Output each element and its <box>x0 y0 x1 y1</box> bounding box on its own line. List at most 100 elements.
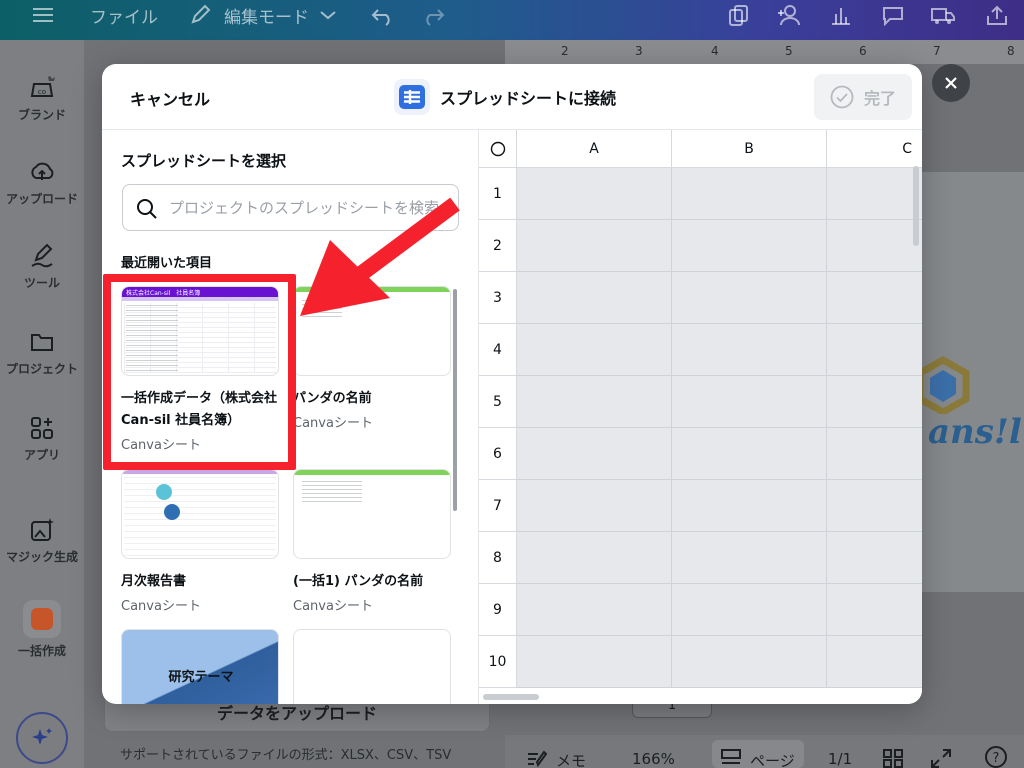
grid-cell <box>672 272 827 324</box>
card-thumbnail <box>293 469 451 559</box>
ruler-tick: 6 <box>859 44 867 58</box>
menu-icon[interactable] <box>30 4 56 26</box>
row-header: 8 <box>479 532 517 584</box>
card-thumbnail <box>121 469 279 559</box>
rail-label: 一括作成 <box>17 644 66 658</box>
card-type: Canvaシート <box>293 599 373 614</box>
card-title: (一括1) パンダの名前 <box>293 574 424 589</box>
grid-cell <box>827 480 922 532</box>
add-people-icon[interactable] <box>776 4 802 26</box>
cancel-button[interactable]: キャンセル <box>130 86 210 110</box>
thumb-title: 研究テーマ <box>168 670 234 685</box>
spreadsheet-card[interactable]: (一括1) パンダの名前 Canvaシート <box>293 469 451 614</box>
ruler-tick: 7 <box>933 44 941 58</box>
grid-cell <box>517 584 672 636</box>
page-count: 1/1 <box>828 750 853 768</box>
done-label: 完了 <box>863 89 896 108</box>
upload-cloud-icon <box>31 162 54 180</box>
hexagon-logo-icon <box>916 356 970 414</box>
select-all-circle-icon <box>490 141 505 156</box>
grid-cell <box>672 168 827 220</box>
share-icon[interactable] <box>984 4 1010 26</box>
grid-cell <box>517 532 672 584</box>
grid-cell <box>827 272 922 324</box>
search-icon <box>137 199 157 219</box>
rail-item-brand[interactable]: co ブランド <box>0 74 84 123</box>
rail-item-upload[interactable]: アップロード <box>0 158 84 207</box>
fullscreen-icon[interactable] <box>930 748 952 768</box>
help-icon[interactable]: ? <box>984 746 1008 768</box>
notes-button[interactable]: メモ <box>556 750 586 768</box>
grid-cell <box>827 428 922 480</box>
rail-label: ツール <box>23 276 60 290</box>
bulk-create-icon <box>23 600 61 638</box>
card-title: 月次報告書 <box>121 574 187 589</box>
page-view-label: ページ <box>750 752 795 768</box>
search-field[interactable] <box>122 184 459 231</box>
card-type: Canvaシート <box>121 438 201 453</box>
edit-mode-menu[interactable]: 編集モード <box>224 0 309 30</box>
row-header: 10 <box>479 636 517 688</box>
magic-assistant-button[interactable] <box>16 712 68 764</box>
card-title: 一括作成データ（株式会社Can-sil 社員名簿） <box>121 391 278 428</box>
grid-view-icon[interactable] <box>882 748 904 768</box>
column-header: A <box>517 130 672 168</box>
card-type: Canvaシート <box>293 416 373 431</box>
spreadsheet-card[interactable] <box>293 629 451 704</box>
column-header: B <box>672 130 827 168</box>
row-header: 7 <box>479 480 517 532</box>
grid-cell <box>672 532 827 584</box>
close-icon <box>945 77 957 89</box>
copy-icon[interactable] <box>726 4 752 26</box>
rail-item-bulk-create[interactable]: 一括作成 <box>0 600 84 659</box>
notes-icon[interactable] <box>526 748 548 768</box>
grid-cell <box>827 584 922 636</box>
rail-item-tools[interactable]: ツール <box>0 242 84 291</box>
grid-cell <box>827 324 922 376</box>
truck-icon[interactable] <box>930 4 956 26</box>
dialog-title: スプレッドシートに接続 <box>440 89 617 108</box>
rail-label: ブランド <box>17 108 66 122</box>
grid-cell <box>672 428 827 480</box>
file-menu[interactable]: ファイル <box>90 0 158 30</box>
done-button[interactable]: 完了 <box>814 74 912 120</box>
search-input[interactable] <box>169 185 458 230</box>
spreadsheet-card[interactable]: パンダの名前 Canvaシート <box>293 286 451 431</box>
thumb-header-text: 株式会社Can-sil 社員名簿 <box>126 290 201 297</box>
grid-cell <box>672 324 827 376</box>
spreadsheet-card[interactable]: 月次報告書 Canvaシート <box>121 469 279 614</box>
grid-cell <box>672 636 827 688</box>
page-logo-text: ans!l <box>928 412 1022 452</box>
grid-horizontal-scrollbar[interactable] <box>483 694 539 700</box>
rail-item-magic[interactable]: マジック生成 <box>0 516 84 565</box>
rail-item-projects[interactable]: プロジェクト <box>0 328 84 377</box>
card-title: パンダの名前 <box>293 391 372 406</box>
pen-icon <box>31 243 53 268</box>
comment-icon[interactable] <box>880 4 906 27</box>
close-dialog-button[interactable] <box>932 64 970 102</box>
grid-vertical-scrollbar[interactable] <box>913 166 919 246</box>
grid-cell <box>827 636 922 688</box>
dialog-title-group: スプレッドシートに接続 <box>394 78 616 116</box>
ruler-tick: 4 <box>711 44 719 58</box>
grid-cell <box>517 168 672 220</box>
row-header: 3 <box>479 272 517 324</box>
check-circle-icon <box>830 85 854 109</box>
spreadsheet-card[interactable]: 株式会社Can-sil 社員名簿 一括作成データ（株式会社Can-sil 社員名… <box>121 286 279 453</box>
supported-formats-text: サポートされているファイルの形式：XLSX、CSV、TSV <box>120 748 452 763</box>
page-view-icon <box>721 749 741 764</box>
rail-item-apps[interactable]: アプリ <box>0 414 84 463</box>
redo-icon[interactable] <box>420 4 446 26</box>
grid-cell <box>827 220 922 272</box>
zoom-level[interactable]: 166% <box>632 750 675 768</box>
sparkle-icon <box>32 728 52 745</box>
grid-cell <box>517 272 672 324</box>
insights-icon[interactable] <box>828 4 854 26</box>
list-scrollbar[interactable] <box>453 289 457 511</box>
row-header: 6 <box>479 428 517 480</box>
grid-cell <box>517 636 672 688</box>
spreadsheet-card[interactable]: 研究テーマ <box>121 629 279 704</box>
undo-icon[interactable] <box>370 4 396 26</box>
column-header: C <box>827 130 922 168</box>
rail-label: マジック生成 <box>5 550 78 564</box>
